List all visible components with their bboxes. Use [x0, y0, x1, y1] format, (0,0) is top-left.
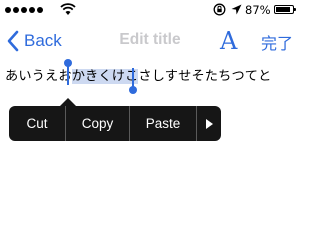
- page-title: Edit title: [119, 31, 181, 48]
- text-editor[interactable]: あいうえおかきくけこさしすせそたちつてと: [5, 67, 272, 87]
- back-button-label: Back: [24, 31, 62, 50]
- paste-button[interactable]: Paste: [129, 106, 196, 141]
- done-button[interactable]: 完了: [261, 30, 293, 54]
- rotation-lock-icon: [213, 3, 226, 16]
- signal-strength-icon: [5, 7, 43, 13]
- battery-fill: [276, 7, 290, 12]
- chevron-right-icon: [205, 118, 213, 129]
- cut-button[interactable]: Cut: [9, 106, 65, 141]
- status-bar: 87%: [0, 0, 300, 20]
- battery-percent: 87%: [245, 3, 271, 17]
- navigation-bar: Back Edit title A 完了: [0, 20, 300, 60]
- text-after-selection: さしすせそたちつてと: [138, 69, 272, 84]
- wifi-icon: [60, 3, 76, 15]
- chevron-left-icon: [7, 30, 19, 52]
- back-button[interactable]: Back: [6, 28, 62, 54]
- location-arrow-icon: [231, 4, 242, 15]
- more-options-button[interactable]: [196, 106, 221, 141]
- battery-icon: [274, 5, 294, 14]
- selected-text[interactable]: かきくけこ: [71, 69, 139, 84]
- font-button[interactable]: A: [220, 26, 237, 56]
- edit-menu: Cut Copy Paste: [9, 98, 221, 141]
- battery-nub: [294, 8, 296, 11]
- text-before-selection: あいうえお: [5, 69, 72, 84]
- copy-button[interactable]: Copy: [65, 106, 129, 141]
